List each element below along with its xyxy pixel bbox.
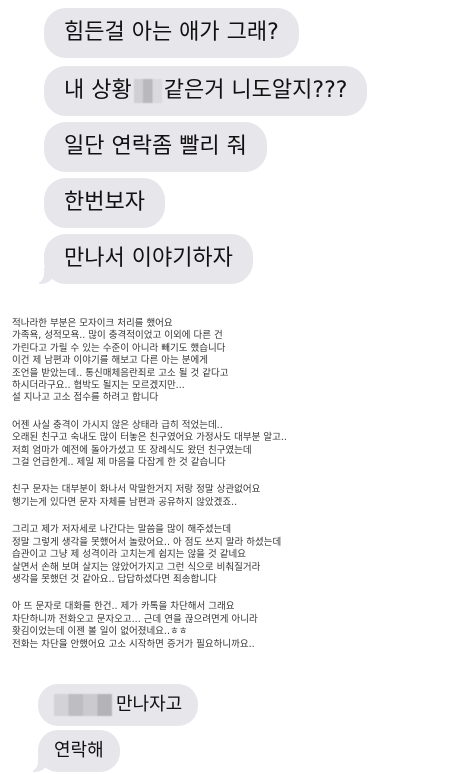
message-text-pre: 내 상황	[64, 78, 132, 103]
text-line: 저희 엄마가 예전에 돌아가셨고 또 장례식도 왔던 친구였는데	[12, 444, 252, 456]
message-text-post: 같은거 니도알지???	[163, 78, 348, 103]
text-line: 그리고 제가 저자세로 나간다는 말씀을 많이 해주셨는데	[12, 524, 232, 536]
text-line: 어젠 사실 충격이 가시지 않은 상태라 급히 적었는데..	[12, 419, 223, 431]
text-line: 이건 제 남편과 이야기를 해보고 다른 아는 분에게	[12, 355, 208, 367]
text-line: 적나라한 부분은 모자이크 처리를 했어요	[12, 318, 173, 329]
message-bubble: 연락해	[26, 730, 120, 772]
text-line: 조언을 받았는데.. 통신매체음란죄로 고소 될 것 같다고	[12, 367, 229, 379]
text-line: 설 지나고 고소 접수를 하려고 합니다	[12, 392, 159, 404]
text-line: 오래된 친구고 숙내도 많이 터놓은 친구였어요 가정사도 대부분 알고..	[12, 432, 287, 444]
message-bubble: 내 상황 같은거 니도알지???	[44, 66, 368, 116]
paragraph: 어젠 사실 충격이 가시지 않은 상태라 급히 적었는데.. 오래된 친구고 숙…	[12, 420, 456, 470]
text-line: 살면서 손해 보며 살지는 않았어가지고 그런 식으로 비춰질거라	[12, 561, 261, 573]
text-line: 가족욕, 성적모욕.. 많이 충격적이었고 이외에 다른 건	[12, 330, 223, 342]
message-text: 한번보자	[64, 190, 145, 215]
message-bubble: 일단 연락좀 빨리 줘	[44, 122, 267, 172]
text-line: 가린다고 가릴 수 있는 수준이 아니라 빼기도 했습니다	[12, 342, 226, 354]
text-line: 그걸 언급한게.. 제일 제 마음을 다잡게 한 것 같습니다	[12, 457, 226, 469]
message-bubble: 만나자고	[38, 684, 199, 726]
mosaic-censor	[133, 79, 162, 103]
paragraph: 그리고 제가 저자세로 나간다는 말씀을 많이 해주셨는데 정말 그렇게 생각을…	[12, 524, 456, 586]
message-text: 연락해	[54, 740, 104, 761]
message-text: 만나서 이야기하자	[64, 246, 233, 271]
text-line: 친구 문자는 대부분이 화나서 막말한거지 저랑 정말 상관없어요	[12, 484, 261, 496]
message-text: 만나자고	[116, 694, 183, 715]
text-line: 하시더라구요.. 협박도 될지는 모르겠지만...	[12, 380, 185, 392]
text-line: 습관이고 그냥 제 성격이라 고치는게 쉽지는 않을 것 같네요	[12, 549, 246, 561]
paragraph: 친구 문자는 대부분이 화나서 막말한거지 저랑 정말 상관없어요 행기는게 있…	[12, 484, 456, 509]
text-line: 정말 그렇게 생각을 못했어서 놀랐어요.. 아 점도 쓰지 말라 하셨는데	[12, 536, 282, 548]
paragraph: 적나라한 부분은 모자이크 처리를 했어요 가족욕, 성적모욕.. 많이 충격적…	[12, 318, 456, 405]
text-line: 홧김이었는데 이젠 볼 일이 없어졌네요..ㅎㅎ	[12, 626, 188, 638]
text-line: 행기는게 있다면 문자 자체를 남편과 공유하지 않았겠죠..	[12, 496, 238, 508]
text-line: 아 뜨 문자로 대화를 한건.. 제가 카톡을 차단해서 그래요	[12, 601, 235, 613]
paragraph: 아 뜨 문자로 대화를 한건.. 제가 카톡을 차단해서 그래요 차단하니까 전…	[12, 601, 456, 651]
message-bubble: 힘든걸 아는 애가 그래?	[32, 8, 299, 58]
post-body: 적나라한 부분은 모자이크 처리를 했어요 가족욕, 성적모욕.. 많이 충격적…	[12, 318, 456, 666]
message-text: 힘든걸 아는 애가 그래?	[64, 20, 279, 45]
text-line: 전화는 차단을 안했어요 고소 시작하면 증거가 필요하니까요..	[12, 638, 255, 650]
message-bubble: 만나서 이야기하자	[32, 234, 253, 284]
message-bubble: 한번보자	[44, 178, 165, 228]
message-text: 일단 연락좀 빨리 줘	[64, 134, 247, 159]
text-line: 생각을 못했던 것 같아요.. 답답하셨다면 죄송합니다	[12, 573, 217, 585]
mosaic-censor	[54, 694, 112, 716]
text-line: 차단하니까 전화오고 문자오고... 근데 연을 끊으려면게 아니라	[12, 613, 258, 625]
